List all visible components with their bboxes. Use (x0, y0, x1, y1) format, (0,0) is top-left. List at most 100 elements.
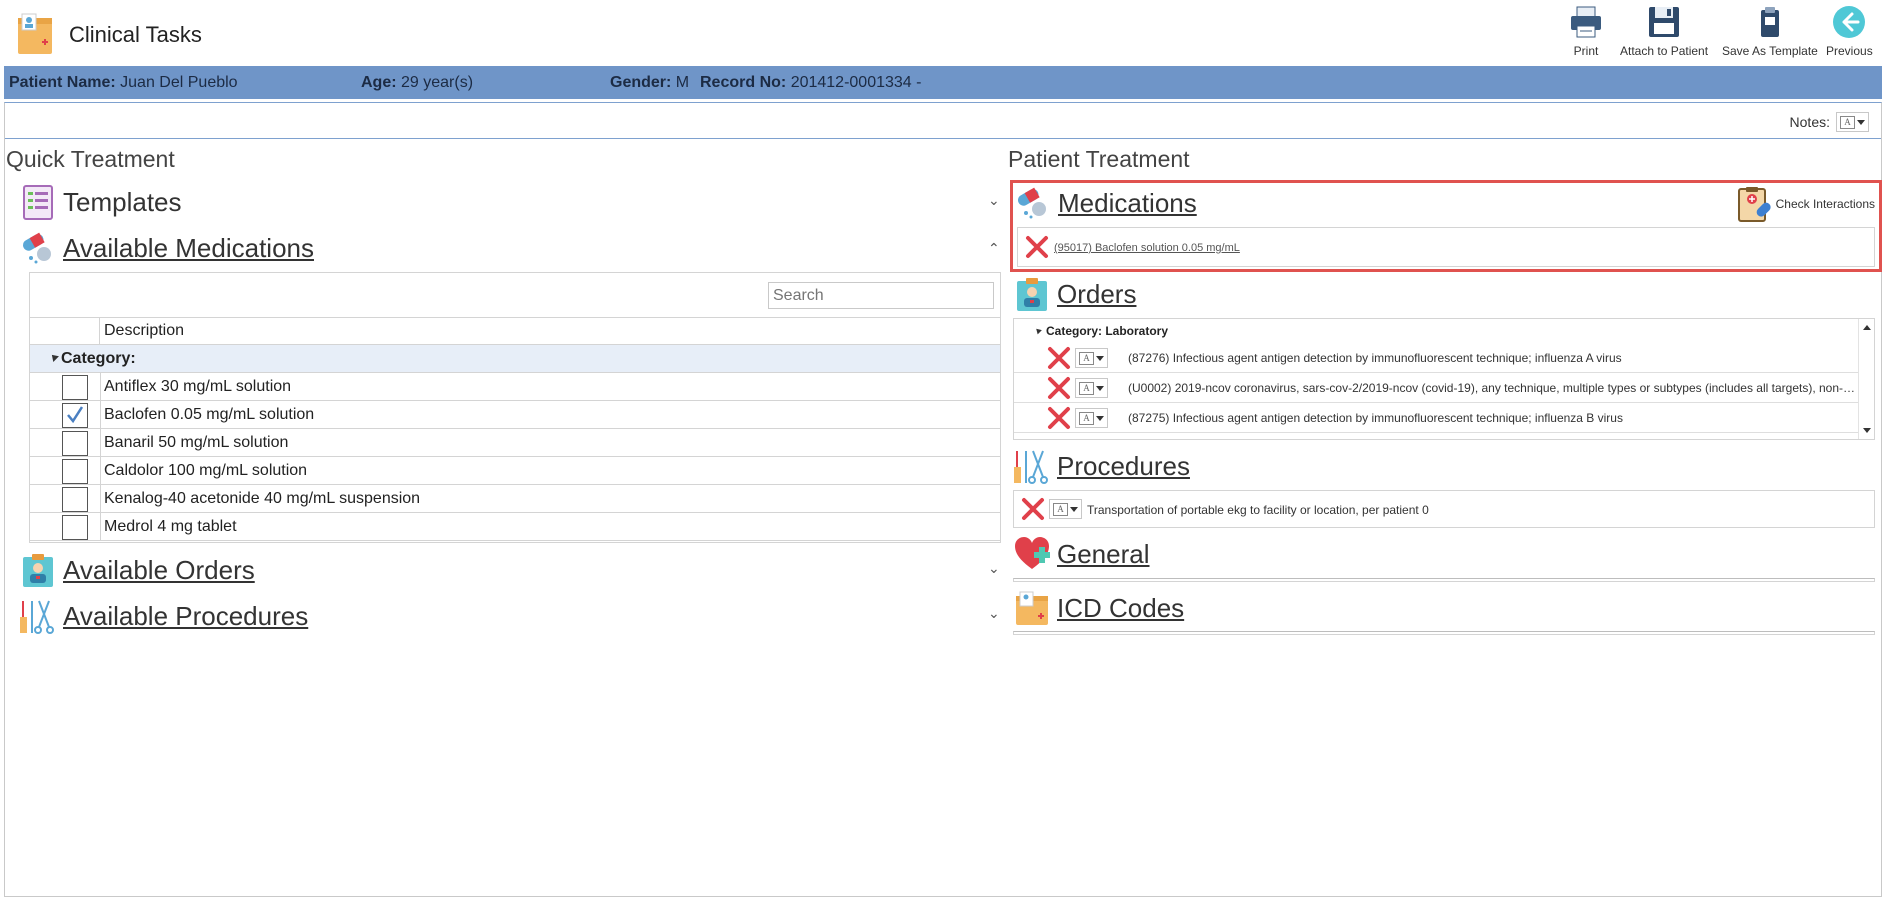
column-divider (100, 373, 101, 401)
row-description: Kenalog-40 acetonide 40 mg/mL suspension (104, 490, 421, 507)
print-label: Print (1573, 44, 1599, 58)
print-button[interactable]: Print (1568, 4, 1604, 58)
medication-item-link[interactable]: (95017) Baclofen solution 0.05 mg/mL (1054, 242, 1240, 254)
available-orders-section-header[interactable]: Available Orders (19, 551, 255, 589)
procedure-item-text: Transportation of portable ekg to facili… (1087, 503, 1429, 517)
notes-dropdown[interactable]: A (1836, 112, 1869, 132)
remove-icon[interactable] (1046, 375, 1072, 401)
order-note-dropdown[interactable]: A (1075, 378, 1108, 398)
templates-title: Templates (63, 186, 182, 217)
patient-record-label: Record No: (700, 74, 787, 91)
chevron-down-icon (1857, 119, 1865, 125)
patient-gender-label: Gender: (610, 74, 672, 91)
available-medications-title[interactable]: Available Medications (63, 233, 314, 264)
attach-to-patient-button[interactable]: Attach to Patient (1620, 4, 1708, 58)
folder-icon (1016, 591, 1048, 625)
column-divider (100, 513, 101, 541)
order-item-text: (87276) Infectious agent antigen detecti… (1128, 351, 1622, 365)
table-row[interactable]: Caldolor 100 mg/mL solution (30, 457, 1000, 485)
row-description: Banaril 50 mg/mL solution (104, 434, 289, 451)
row-checkbox[interactable] (62, 431, 88, 456)
available-medications-collapse-chevron[interactable]: ⌃ (988, 240, 1000, 257)
orders-icon (1017, 278, 1047, 311)
patient-gender-value: M (675, 74, 690, 91)
table-row[interactable]: Banaril 50 mg/mL solution (30, 429, 1000, 457)
icd-codes-section-header[interactable]: ICD Codes (1013, 589, 1184, 627)
available-orders-title[interactable]: Available Orders (63, 555, 255, 586)
notes-control: Notes: A (1790, 112, 1869, 132)
grid-check-column-header (30, 318, 100, 345)
available-medications-section-header[interactable]: Available Medications (19, 229, 314, 267)
collapse-triangle-icon[interactable] (49, 352, 59, 362)
app-logo-icon (18, 13, 52, 54)
medications-section-header[interactable]: Medications (1014, 184, 1197, 222)
remove-icon[interactable] (1046, 405, 1072, 431)
icd-codes-title[interactable]: ICD Codes (1057, 593, 1184, 624)
remove-icon[interactable] (1020, 496, 1046, 522)
available-orders-expand-chevron[interactable]: ⌄ (988, 560, 1000, 577)
floppy-disk-icon (1649, 7, 1680, 37)
available-procedures-title[interactable]: Available Procedures (63, 601, 308, 632)
scroll-down-icon[interactable] (1863, 428, 1871, 433)
previous-button[interactable]: Previous (1826, 4, 1873, 58)
save-as-template-label: Save As Template (1722, 44, 1818, 58)
orders-title[interactable]: Orders (1057, 279, 1136, 310)
row-checkbox[interactable] (62, 459, 88, 484)
patient-name-field: Patient Name: Juan Del Pueblo (9, 74, 238, 92)
templates-section-header[interactable]: Templates (19, 183, 182, 221)
order-item-text: (U0002) 2019-ncov coronavirus, sars-cov-… (1128, 381, 1856, 395)
orders-section-header[interactable]: Orders (1013, 275, 1136, 313)
row-description: Caldolor 100 mg/mL solution (104, 462, 308, 479)
procedure-note-dropdown[interactable]: A (1049, 499, 1082, 519)
grid-category-label: Category: (61, 350, 136, 367)
orders-icon (23, 554, 53, 587)
pills-icon (22, 232, 51, 264)
row-checkbox[interactable] (62, 487, 88, 512)
orders-list: Category: Laboratory A (87276) Infectious… (1013, 318, 1875, 440)
app-header: Clinical Tasks Print Attach to Patient S… (0, 0, 1885, 66)
scroll-up-icon[interactable] (1863, 325, 1871, 330)
row-checkbox[interactable] (62, 515, 88, 540)
medication-search-input[interactable] (768, 282, 994, 309)
app-title: Clinical Tasks (69, 22, 202, 47)
row-description: Antiflex 30 mg/mL solution (104, 378, 292, 395)
grid-description-header[interactable]: Description (104, 322, 184, 340)
remove-icon[interactable] (1046, 345, 1072, 371)
order-note-dropdown[interactable]: A (1075, 408, 1108, 428)
available-procedures-section-header[interactable]: Available Procedures (19, 597, 308, 635)
procedures-title[interactable]: Procedures (1057, 451, 1190, 482)
patient-record-field: Record No: 201412-0001334 - (700, 74, 921, 92)
procedures-section-header[interactable]: Procedures (1013, 447, 1190, 485)
order-list-item: A (87275) Infectious agent antigen detect… (1014, 403, 1859, 433)
orders-scrollbar[interactable] (1858, 319, 1874, 439)
table-row[interactable]: Medrol 4 mg tablet (30, 513, 1000, 541)
column-divider (100, 457, 101, 485)
table-row[interactable]: Antiflex 30 mg/mL solution (30, 373, 1000, 401)
row-checkbox[interactable] (62, 375, 88, 400)
patient-age-field: Age: 29 year(s) (361, 74, 473, 92)
general-section-header[interactable]: General (1013, 535, 1150, 573)
back-arrow-icon (1833, 6, 1866, 38)
pills-icon (1017, 187, 1046, 219)
general-title[interactable]: General (1057, 539, 1150, 570)
templates-expand-chevron[interactable]: ⌄ (988, 192, 1000, 209)
procedures-icon (1014, 450, 1048, 484)
order-list-item: A (87276) Infectious agent antigen detect… (1014, 343, 1859, 373)
column-divider (100, 485, 101, 513)
check-interactions-button[interactable]: Check Interactions (1736, 185, 1875, 223)
grid-category-row[interactable]: Category: (30, 345, 1000, 373)
medications-title[interactable]: Medications (1058, 188, 1197, 219)
available-procedures-expand-chevron[interactable]: ⌄ (988, 605, 1000, 622)
attach-to-patient-label: Attach to Patient (1620, 44, 1709, 58)
order-item-text: (87275) Infectious agent antigen detecti… (1128, 411, 1623, 425)
remove-icon[interactable] (1024, 234, 1050, 260)
collapse-triangle-icon[interactable] (1034, 326, 1042, 335)
save-as-template-button[interactable]: Save As Template (1722, 4, 1818, 58)
patient-gender-field: Gender: M (610, 74, 689, 92)
table-row[interactable]: Baclofen 0.05 mg/mL solution (30, 401, 1000, 429)
procedure-list-item: A Transportation of portable ekg to faci… (1013, 490, 1875, 528)
order-note-dropdown[interactable]: A (1075, 348, 1108, 368)
check-interactions-label: Check Interactions (1775, 197, 1875, 211)
row-checkbox[interactable] (62, 403, 88, 428)
table-row[interactable]: Kenalog-40 acetonide 40 mg/mL suspension (30, 485, 1000, 513)
